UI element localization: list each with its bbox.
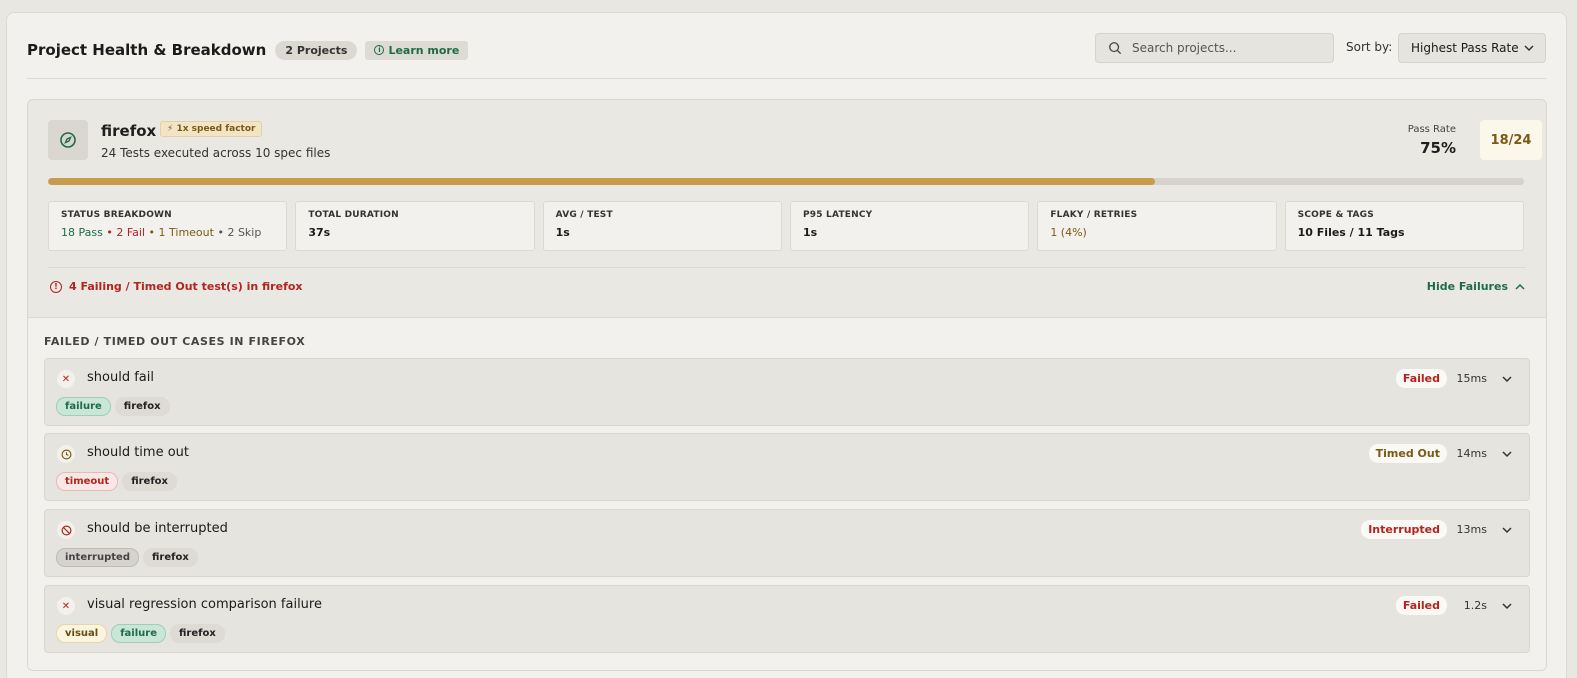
- chevron-down-icon[interactable]: [1501, 373, 1513, 385]
- pass-count: 18 Pass: [61, 226, 103, 239]
- stat-flaky-retries: FLAKY / RETRIES 1 (4%): [1037, 201, 1277, 251]
- search-icon: [1109, 42, 1122, 55]
- project-name: firefox: [101, 122, 157, 140]
- chevron-down-icon: [1524, 45, 1534, 52]
- stat-label: STATUS BREAKDOWN: [61, 210, 172, 220]
- project-card: firefox ⚡ 1x speed factor 24 Tests execu…: [27, 99, 1547, 671]
- info-icon: i: [374, 45, 385, 55]
- status-badge: Timed Out: [1368, 444, 1447, 463]
- tag-list: interrupted firefox: [56, 548, 198, 567]
- stat-p95-latency: P95 LATENCY 1s: [789, 201, 1030, 251]
- tag: visual: [56, 624, 108, 643]
- tag: firefox: [170, 624, 225, 643]
- status-badge: Failed: [1395, 596, 1447, 615]
- test-case-row[interactable]: should be interrupted interrupted firefo…: [44, 509, 1530, 577]
- test-case-name: should fail: [87, 370, 154, 385]
- stats-row: STATUS BREAKDOWN 18 Pass • 2 Fail • 1 Ti…: [48, 201, 1524, 251]
- stats-divider: [48, 267, 1526, 268]
- hide-failures-label: Hide Failures: [1426, 280, 1508, 293]
- compass-icon: [48, 120, 88, 160]
- stat-label: FLAKY / RETRIES: [1050, 210, 1138, 220]
- stat-value: 1s: [555, 226, 570, 239]
- hide-failures-button[interactable]: Hide Failures: [1427, 280, 1526, 293]
- stat-total-duration: TOTAL DURATION 37s: [295, 201, 535, 251]
- pass-fraction: 18/24: [1480, 120, 1542, 160]
- timeout-count: 1 Timeout: [158, 226, 214, 239]
- stat-value: 10 Files / 11 Tags: [1297, 226, 1405, 239]
- ban-icon: [57, 521, 75, 539]
- learn-more-label: Learn more: [388, 43, 460, 57]
- chevron-down-icon[interactable]: [1501, 600, 1513, 612]
- tag: timeout: [56, 472, 119, 491]
- pass-rate-progress-bar: [48, 178, 1524, 185]
- test-case-row[interactable]: ✕ visual regression comparison failure v…: [44, 585, 1530, 653]
- stat-value: 1s: [802, 226, 818, 239]
- stat-label: P95 LATENCY: [802, 210, 873, 220]
- stat-scope-tags: SCOPE & TAGS 10 Files / 11 Tags: [1284, 201, 1524, 251]
- stat-value: 37s: [308, 226, 331, 239]
- skip-count: 2 Skip: [227, 226, 262, 239]
- pass-rate-value: 75%: [1420, 139, 1456, 157]
- progress-fill: [48, 178, 1155, 185]
- test-duration: 15ms: [1456, 372, 1487, 385]
- chevron-up-icon: [1515, 283, 1525, 290]
- project-health-panel: Project Health & Breakdown 2 Projects i …: [6, 12, 1567, 678]
- search-box[interactable]: [1095, 33, 1334, 63]
- failing-summary: ! 4 Failing / Timed Out test(s) in firef…: [50, 280, 303, 293]
- tag: interrupted: [56, 548, 139, 567]
- stat-value: 1 (4%): [1050, 226, 1087, 239]
- sort-label: Sort by:: [1346, 40, 1393, 54]
- chevron-down-icon[interactable]: [1501, 448, 1513, 460]
- sort-value: Highest Pass Rate: [1411, 41, 1519, 55]
- test-case-row[interactable]: ✕ should fail failure firefox Failed 15m…: [44, 358, 1530, 426]
- sort-select[interactable]: Highest Pass Rate: [1398, 33, 1546, 63]
- header-divider: [27, 78, 1546, 79]
- alert-circle-icon: !: [50, 280, 62, 293]
- tag-list: visual failure firefox: [56, 624, 225, 643]
- failed-cases-section: FAILED / TIMED OUT CASES IN FIREFOX ✕ sh…: [28, 317, 1546, 670]
- test-case-row[interactable]: should time out timeout firefox Timed Ou…: [44, 433, 1530, 501]
- stat-avg-test: AVG / TEST 1s: [542, 201, 782, 251]
- project-subtitle: 24 Tests executed across 10 spec files: [101, 146, 331, 160]
- test-case-name: should be interrupted: [87, 521, 228, 536]
- stat-label: AVG / TEST: [555, 210, 613, 220]
- status-breakdown-values: 18 Pass • 2 Fail • 1 Timeout • 2 Skip: [61, 226, 262, 239]
- pass-rate-label: Pass Rate: [1407, 124, 1456, 135]
- stat-label: TOTAL DURATION: [308, 210, 399, 220]
- speed-factor-badge: ⚡ 1x speed factor: [160, 121, 263, 137]
- tag: failure: [111, 624, 166, 643]
- section-title: FAILED / TIMED OUT CASES IN FIREFOX: [44, 335, 306, 348]
- chevron-down-icon[interactable]: [1501, 524, 1513, 536]
- tag-list: failure firefox: [56, 397, 170, 416]
- tag: firefox: [122, 472, 177, 491]
- stat-status-breakdown: STATUS BREAKDOWN 18 Pass • 2 Fail • 1 Ti…: [48, 201, 288, 251]
- stat-label: SCOPE & TAGS: [1297, 210, 1374, 220]
- learn-more-link[interactable]: i Learn more: [365, 40, 469, 60]
- test-duration: 1.2s: [1463, 599, 1487, 612]
- fail-count: 2 Fail: [116, 226, 146, 239]
- status-badge: Failed: [1395, 369, 1447, 388]
- x-icon: ✕: [57, 597, 75, 615]
- test-duration: 14ms: [1456, 447, 1487, 460]
- x-icon: ✕: [57, 370, 75, 388]
- test-duration: 13ms: [1456, 523, 1487, 536]
- test-case-name: should time out: [87, 445, 189, 460]
- tag-list: timeout firefox: [56, 472, 177, 491]
- search-input[interactable]: [1132, 41, 1312, 55]
- projects-count-badge: 2 Projects: [275, 40, 358, 60]
- test-case-name: visual regression comparison failure: [87, 597, 322, 612]
- clock-icon: [57, 445, 75, 463]
- tag: failure: [56, 397, 111, 416]
- tag: firefox: [142, 548, 198, 567]
- tag: firefox: [114, 397, 170, 416]
- page-title: Project Health & Breakdown: [27, 41, 267, 59]
- status-badge: Interrupted: [1361, 520, 1447, 539]
- failing-summary-text: 4 Failing / Timed Out test(s) in firefox: [69, 280, 303, 293]
